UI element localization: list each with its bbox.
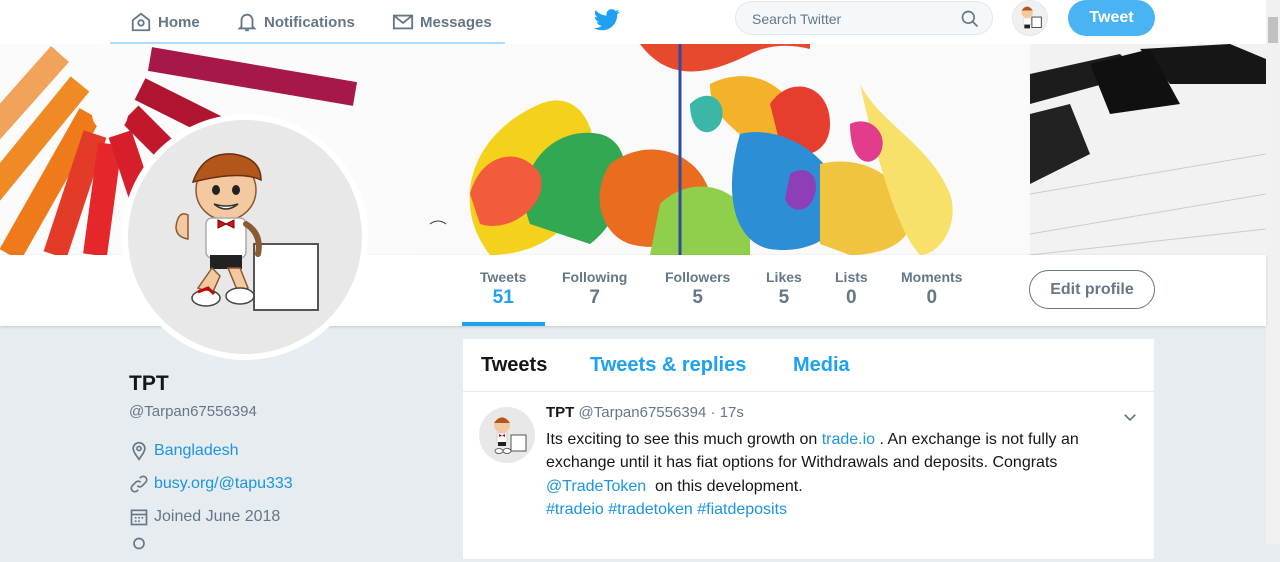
tweet-mention[interactable]: @TradeToken xyxy=(546,478,646,495)
stat-active-underline xyxy=(462,322,545,326)
profile-avatar-image xyxy=(128,120,362,354)
tweet-header: TPT @Tarpan67556394 · 17s xyxy=(546,404,744,421)
stat-label: Followers xyxy=(665,269,731,285)
tweet-author-handle[interactable]: @Tarpan67556394 xyxy=(579,404,707,421)
twitter-bird-icon[interactable] xyxy=(594,8,620,32)
search-box[interactable] xyxy=(735,1,993,35)
top-nav: Home Notifications Messages Tweet xyxy=(0,0,1266,44)
nav-notifications-label: Notifications xyxy=(264,13,355,31)
timeline: Tweets Tweets & replies Media TPT @Tarpa… xyxy=(463,339,1154,559)
tweet-item[interactable]: TPT @Tarpan67556394 · 17s Its exciting t… xyxy=(463,392,1154,562)
stat-moments[interactable]: Moments 0 xyxy=(901,269,962,309)
tweet-separator: · xyxy=(710,404,716,421)
stat-label: Tweets xyxy=(480,269,527,285)
tweet-text-part: Its exciting to see this much growth on xyxy=(546,431,822,448)
stat-label: Likes xyxy=(766,269,802,285)
nav-messages[interactable]: Messages xyxy=(392,0,492,44)
stat-likes[interactable]: Likes 5 xyxy=(766,269,802,309)
tab-media[interactable]: Media xyxy=(793,354,850,377)
search-input[interactable] xyxy=(750,8,954,30)
stat-value: 5 xyxy=(692,287,703,308)
chevron-down-icon[interactable] xyxy=(1121,408,1139,426)
profile-location-link[interactable]: Bangladesh xyxy=(154,442,239,460)
profile-joined-text: Joined June 2018 xyxy=(154,508,281,525)
abstract-art-image xyxy=(410,44,1030,255)
bell-icon xyxy=(237,13,257,32)
stat-tweets[interactable]: Tweets 51 xyxy=(480,269,526,309)
tweet-avatar[interactable] xyxy=(479,407,535,463)
stat-value: 5 xyxy=(778,287,790,308)
cartoon-avatar-icon xyxy=(1021,6,1042,29)
tab-tweets[interactable]: Tweets xyxy=(481,354,547,377)
balloon-icon xyxy=(133,537,145,550)
profile-name[interactable]: TPT xyxy=(129,372,169,396)
scrollbar-thumb[interactable] xyxy=(1268,17,1278,43)
tweet-timestamp[interactable]: 17s xyxy=(720,404,744,421)
calendar-icon xyxy=(130,509,148,526)
edit-profile-button[interactable]: Edit profile xyxy=(1029,270,1155,309)
profile-website-link[interactable]: busy.org/@tapu333 xyxy=(154,475,293,493)
link-icon xyxy=(130,475,148,493)
cartoon-avatar-icon xyxy=(175,153,319,311)
profile-extra-row xyxy=(129,536,149,556)
timeline-tabs: Tweets Tweets & replies Media xyxy=(463,339,1154,392)
tweet-hashtags[interactable]: #tradeio #tradetoken #fiatdeposits xyxy=(546,498,1116,521)
profile-handle[interactable]: @Tarpan67556394 xyxy=(129,403,257,420)
stat-label: Following xyxy=(562,269,628,285)
stat-value: 7 xyxy=(589,287,600,308)
nav-messages-label: Messages xyxy=(420,13,492,31)
tweet-button[interactable]: Tweet xyxy=(1068,0,1155,36)
nav-home[interactable]: Home xyxy=(130,0,200,44)
search-icon[interactable] xyxy=(960,9,980,29)
stat-value: 51 xyxy=(492,287,514,308)
tweet-link[interactable]: trade.io xyxy=(822,431,875,448)
stat-following[interactable]: Following 7 xyxy=(562,269,627,309)
stat-value: 0 xyxy=(846,287,857,308)
tweet-author-name[interactable]: TPT xyxy=(546,404,574,421)
stat-label: Lists xyxy=(835,269,868,285)
nav-avatar[interactable] xyxy=(1012,0,1048,36)
tweet-line: Its exciting to see this much growth on … xyxy=(546,428,1116,451)
nav-notifications[interactable]: Notifications xyxy=(236,0,355,44)
nav-home-label: Home xyxy=(158,13,200,31)
location-pin-icon xyxy=(132,441,146,461)
stat-value: 0 xyxy=(926,287,938,308)
stat-followers[interactable]: Followers 5 xyxy=(665,269,730,309)
tweet-line: exchange until it has fiat options for W… xyxy=(546,454,1058,472)
home-icon xyxy=(131,12,151,32)
piano-keys-image xyxy=(1030,44,1266,255)
profile-location: Bangladesh xyxy=(129,441,239,461)
envelope-icon xyxy=(392,14,414,30)
tweet-text: Its exciting to see this much growth on … xyxy=(546,428,1116,521)
cartoon-avatar-icon xyxy=(494,417,527,454)
profile-website: busy.org/@tapu333 xyxy=(129,474,293,494)
stat-lists[interactable]: Lists 0 xyxy=(835,269,868,309)
profile-avatar[interactable] xyxy=(122,114,368,360)
tweet-line: @TradeToken on this development. xyxy=(546,475,1116,498)
tweet-text-part: on this development. xyxy=(646,477,803,495)
tweet-text-part: . An exchange is not fully an xyxy=(875,431,1079,448)
tab-tweets-replies[interactable]: Tweets & replies xyxy=(590,354,746,377)
stat-label: Moments xyxy=(901,269,963,285)
scrollbar[interactable] xyxy=(1266,0,1280,544)
profile-joined: Joined June 2018 xyxy=(129,507,280,527)
